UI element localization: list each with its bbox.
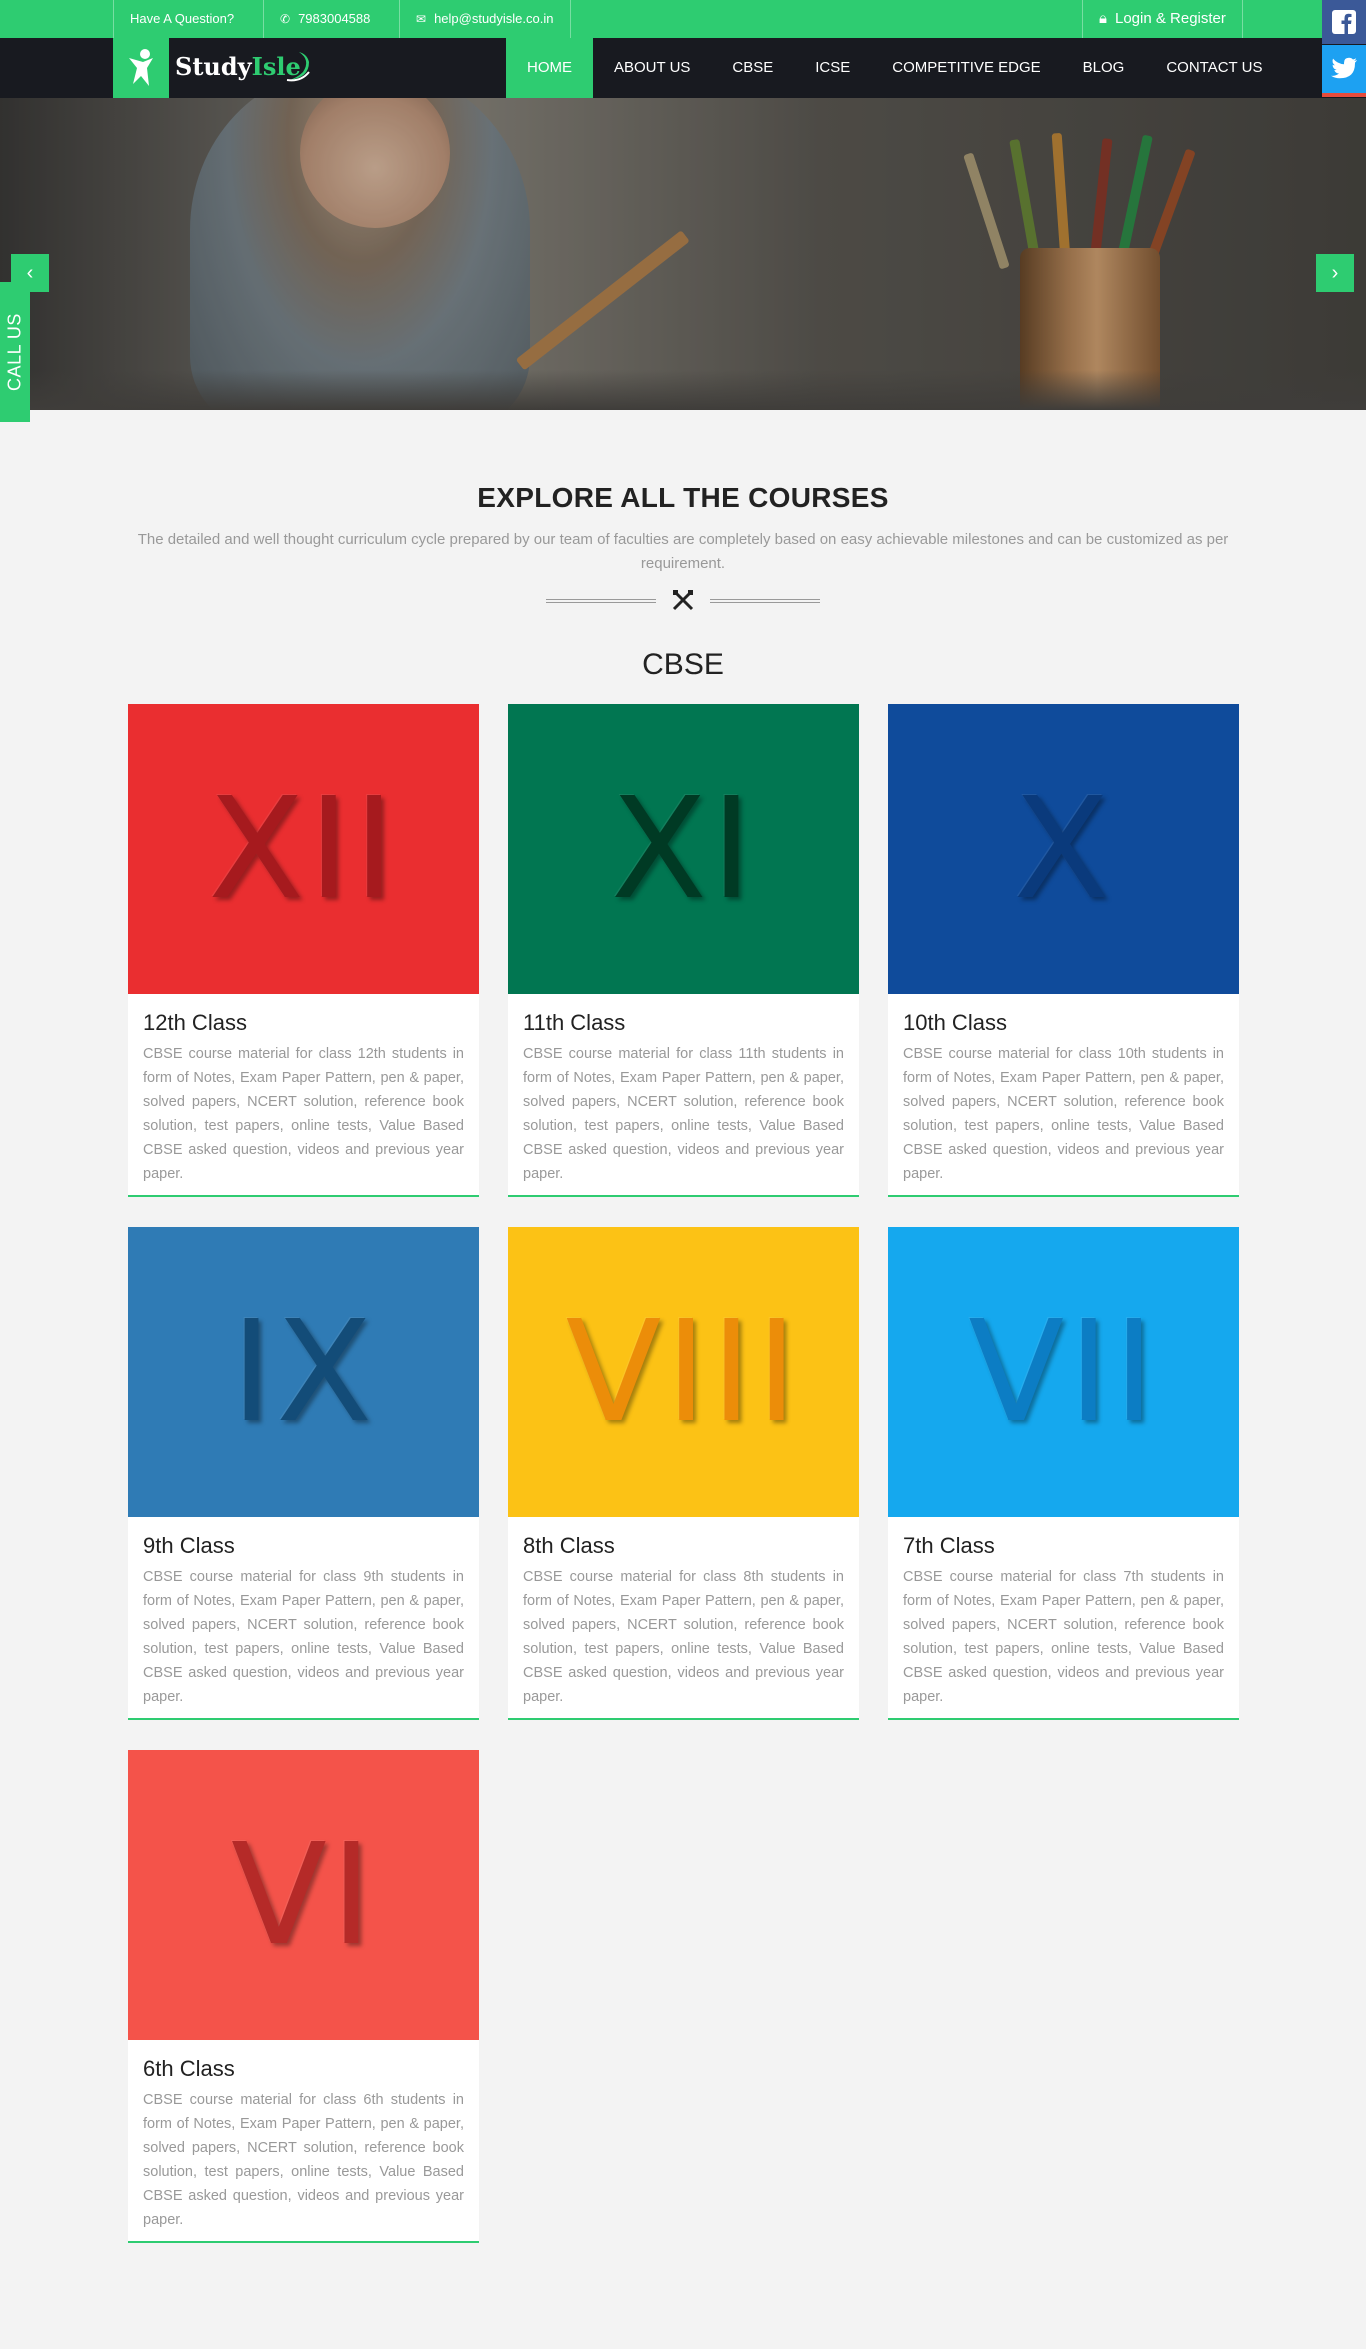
nav-blog[interactable]: BLOG (1062, 38, 1146, 98)
course-thumbnail[interactable]: VI (128, 1750, 479, 2040)
course-title[interactable]: 7th Class (903, 1533, 995, 1559)
course-card[interactable]: VII 7th Class CBSE course material for cla… (888, 1227, 1239, 1720)
course-card[interactable]: VIII 8th Class CBSE course material for cl… (508, 1227, 859, 1720)
call-us-tab[interactable]: CALL US (0, 282, 30, 422)
leaf-swoosh-icon (286, 52, 310, 82)
call-us-label: CALL US (4, 313, 25, 391)
nav-cbse[interactable]: CBSE (711, 38, 794, 98)
cbse-subtitle: CBSE (642, 648, 724, 681)
course-description: CBSE course material for class 6th stude… (143, 2092, 464, 2228)
course-roman-numeral: IX (230, 1290, 377, 1454)
course-card[interactable]: VI 6th Class CBSE course material for clas… (128, 1750, 479, 2243)
nav-competitive-edge[interactable]: COMPETITIVE EDGE (871, 38, 1061, 98)
course-thumbnail[interactable]: VII (888, 1227, 1239, 1517)
course-title[interactable]: 11th Class (523, 1010, 625, 1036)
course-description: CBSE course material for class 7th stude… (903, 1569, 1224, 1705)
nav-contact-us[interactable]: CONTACT US (1145, 38, 1283, 98)
chevron-right-icon: › (1331, 261, 1339, 284)
course-roman-numeral: VII (968, 1290, 1159, 1454)
course-card[interactable]: IX 9th Class CBSE course material for clas… (128, 1227, 479, 1720)
hero-banner (0, 98, 1366, 410)
divider-line-right (710, 599, 820, 603)
nav-about-us[interactable]: ABOUT US (593, 38, 711, 98)
course-description: CBSE course material for class 12th stud… (143, 1046, 464, 1182)
envelope-icon: ✉ (416, 12, 427, 26)
course-title[interactable]: 8th Class (523, 1533, 615, 1559)
logo-badge (113, 38, 169, 98)
hero-shadow (0, 370, 1366, 410)
slider-next-button[interactable]: › (1316, 254, 1354, 292)
course-title[interactable]: 6th Class (143, 2056, 235, 2082)
pencil-ruler-icon (671, 588, 695, 618)
course-title[interactable]: 12th Class (143, 1010, 247, 1036)
course-roman-numeral: XII (208, 767, 399, 931)
phone-icon: ✆ (280, 12, 291, 26)
course-thumbnail[interactable]: X (888, 704, 1239, 994)
course-card[interactable]: XII 12th Class CBSE course material for cl… (128, 704, 479, 1197)
question-text: Have A Question? (113, 0, 250, 38)
course-card[interactable]: X 10th Class CBSE course material for clas… (888, 704, 1239, 1197)
course-roman-numeral: VI (230, 1813, 377, 1977)
lock-icon: 🔒︎ (1099, 10, 1107, 27)
course-roman-numeral: VIII (565, 1290, 802, 1454)
logo-text: StudyIsle (175, 52, 301, 81)
section-description: The detailed and well thought curriculum… (137, 531, 1229, 572)
course-thumbnail[interactable]: XI (508, 704, 859, 994)
course-description: CBSE course material for class 10th stud… (903, 1046, 1224, 1182)
section-title: EXPLORE ALL THE COURSES (477, 482, 889, 513)
twitter-icon (1331, 57, 1357, 79)
section-divider (546, 588, 820, 618)
facebook-button[interactable] (1322, 0, 1366, 44)
login-register-link[interactable]: 🔒︎ Login & Register (1082, 0, 1243, 38)
course-thumbnail[interactable]: IX (128, 1227, 479, 1517)
course-title[interactable]: 10th Class (903, 1010, 1007, 1036)
phone-link[interactable]: ✆ 7983004588 (263, 0, 386, 38)
email-link[interactable]: ✉ help@studyisle.co.in (399, 0, 571, 38)
course-description: CBSE course material for class 11th stud… (523, 1046, 844, 1182)
divider-line-left (546, 599, 656, 603)
course-title[interactable]: 9th Class (143, 1533, 235, 1559)
site-logo[interactable]: StudyIsle (113, 38, 310, 98)
facebook-icon (1332, 10, 1356, 35)
course-roman-numeral: XI (610, 767, 757, 931)
top-bar: Have A Question? ✆ 7983004588 ✉ help@study… (0, 0, 1366, 38)
nav-menu: HOME ABOUT US CBSE ICSE COMPETITIVE EDGE… (506, 38, 1283, 98)
course-description: CBSE course material for class 8th stude… (523, 1569, 844, 1705)
main-navbar: StudyIsle HOME ABOUT US CBSE ICSE COMPET… (0, 38, 1366, 98)
nav-icse[interactable]: ICSE (794, 38, 871, 98)
course-description: CBSE course material for class 9th stude… (143, 1569, 464, 1705)
hero-overlay (0, 98, 1366, 410)
course-thumbnail[interactable]: VIII (508, 1227, 859, 1517)
nav-home[interactable]: HOME (506, 38, 593, 98)
student-logo-icon (129, 49, 153, 86)
course-thumbnail[interactable]: XII (128, 704, 479, 994)
course-card[interactable]: XI 11th Class CBSE course material for cla… (508, 704, 859, 1197)
course-roman-numeral: X (1013, 767, 1114, 931)
twitter-button[interactable] (1322, 45, 1366, 97)
